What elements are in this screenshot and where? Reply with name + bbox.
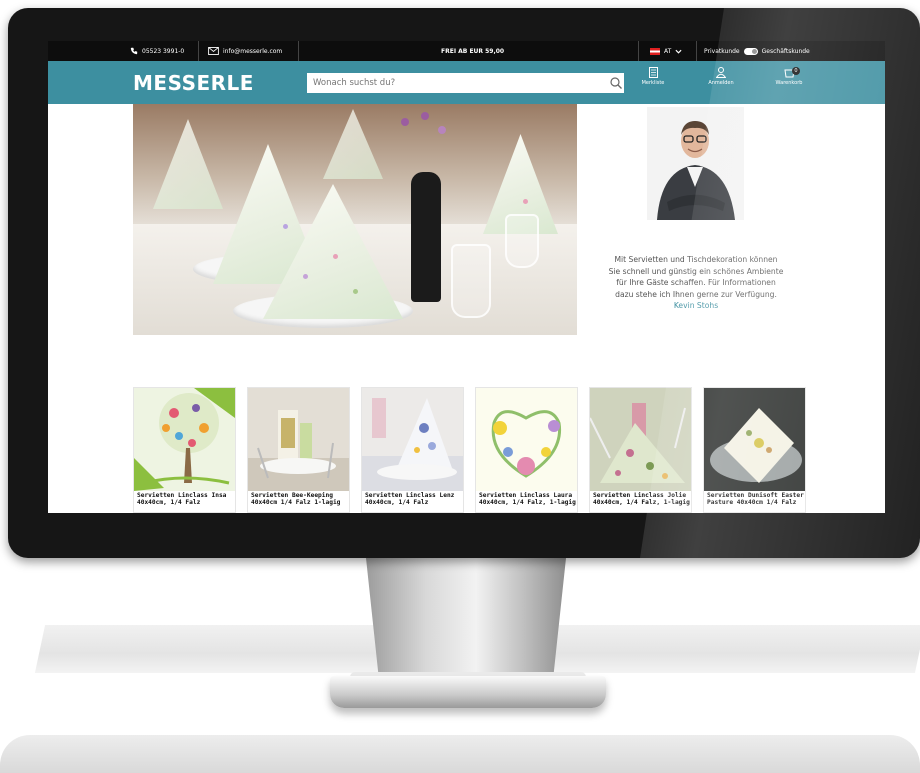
clipboard-icon [648, 67, 658, 78]
flower-dot [283, 224, 288, 229]
product-card[interactable]: Servietten Linclass Jolie 40x40cm, 1/4 F… [589, 387, 692, 513]
flower-image [401, 118, 409, 126]
business-customer-label: Geschäftskunde [761, 47, 810, 55]
cart-link[interactable]: 0 Warenkorb [766, 67, 812, 86]
product-card[interactable]: Servietten Linclass Lenz 40x40cm, 1/4 Fa… [361, 387, 464, 513]
product-card[interactable]: Servietten Bee-Keeping 40x40cm 1/4 Falz … [247, 387, 350, 513]
site-header: MESSERLE Merkliste Anmelden 0 Warenkorb [48, 61, 885, 104]
napkin-tree-image [134, 388, 235, 491]
mail-icon [208, 47, 219, 55]
flower-dot [303, 274, 308, 279]
product-thumbnail [362, 388, 463, 491]
login-label: Anmelden [708, 80, 734, 86]
laura-wreath-image [476, 388, 577, 491]
glass-image [505, 214, 539, 268]
flower-dot [353, 289, 358, 294]
private-customer-label: Privatkunde [704, 47, 740, 55]
person-figure [657, 121, 735, 220]
wishlist-label: Merkliste [641, 80, 665, 86]
divider [198, 41, 199, 61]
quote-author-link[interactable]: Kevin Stohs [608, 300, 784, 312]
product-title[interactable]: Servietten Linclass Jolie 40x40cm, 1/4 F… [593, 492, 691, 506]
phone-number: 05523 3991-0 [142, 47, 185, 55]
product-thumbnail [704, 388, 805, 491]
napkin-image [153, 119, 223, 209]
flower-image [438, 126, 446, 134]
divider [638, 41, 639, 61]
quote-text: Mit Servietten und Tischdekoration könne… [608, 255, 784, 299]
vase-image [411, 172, 441, 302]
login-link[interactable]: Anmelden [698, 67, 744, 86]
easter-pasture-napkin-image [704, 388, 805, 491]
monitor-stand-base [330, 676, 606, 708]
desk-surface [0, 735, 920, 773]
product-card[interactable]: Servietten Dunisoft Easter Pasture 40x40… [703, 387, 806, 513]
product-thumbnail [134, 388, 235, 491]
user-icon [716, 67, 726, 78]
contact-quote: Mit Servietten und Tischdekoration könne… [608, 254, 784, 312]
flower-image [421, 112, 429, 120]
product-grid: Servietten Linclass Insa 40x40cm, 1/4 Fa… [133, 387, 813, 513]
glass-image [451, 244, 491, 318]
chevron-down-icon [675, 49, 682, 54]
product-title[interactable]: Servietten Dunisoft Easter Pasture 40x40… [707, 492, 805, 506]
bee-keeping-table-image [248, 388, 349, 491]
product-title[interactable]: Servietten Bee-Keeping 40x40cm 1/4 Falz … [251, 492, 349, 506]
customer-type-toggle[interactable] [743, 47, 758, 55]
napkin-image [323, 109, 383, 179]
search-input[interactable] [307, 73, 624, 93]
jolie-napkin-image [590, 388, 691, 491]
email-address: info@messerle.com [223, 47, 283, 55]
lenz-napkin-image [362, 388, 463, 491]
cart-count-badge: 0 [792, 67, 800, 75]
shipping-text: FREI AB EUR 59,00 [441, 47, 505, 55]
site-logo[interactable]: MESSERLE [133, 71, 254, 95]
country-code: AT [664, 47, 672, 55]
phone-contact[interactable]: 05523 3991-0 [130, 41, 184, 61]
top-info-bar: 05523 3991-0 info@messerle.com FREI AB E… [48, 41, 885, 61]
flower-dot [523, 199, 528, 204]
product-card[interactable]: Servietten Linclass Laura 40x40cm, 1/4 F… [475, 387, 578, 513]
product-card[interactable]: Servietten Linclass Insa 40x40cm, 1/4 Fa… [133, 387, 236, 513]
shipping-notice: FREI AB EUR 59,00 [441, 41, 504, 61]
monitor-screen: 05523 3991-0 info@messerle.com FREI AB E… [48, 41, 885, 513]
divider [298, 41, 299, 61]
product-title[interactable]: Servietten Linclass Lenz 40x40cm, 1/4 Fa… [365, 492, 463, 506]
product-thumbnail [590, 388, 691, 491]
divider [696, 41, 697, 61]
search-icon[interactable] [609, 76, 623, 90]
product-title[interactable]: Servietten Linclass Laura 40x40cm, 1/4 F… [479, 492, 577, 506]
customer-type-switch[interactable]: Privatkunde Geschäftskunde [704, 41, 810, 61]
product-title[interactable]: Servietten Linclass Insa 40x40cm, 1/4 Fa… [137, 492, 235, 506]
flower-dot [333, 254, 338, 259]
austria-flag-icon [650, 47, 660, 55]
phone-icon [130, 47, 138, 55]
contact-person-photo [647, 107, 744, 220]
product-thumbnail [248, 388, 349, 491]
country-selector[interactable]: AT [650, 41, 682, 61]
email-contact[interactable]: info@messerle.com [208, 41, 282, 61]
wishlist-link[interactable]: Merkliste [630, 67, 676, 86]
product-thumbnail [476, 388, 577, 491]
hero-image [133, 104, 577, 335]
cart-label: Warenkorb [775, 80, 803, 86]
